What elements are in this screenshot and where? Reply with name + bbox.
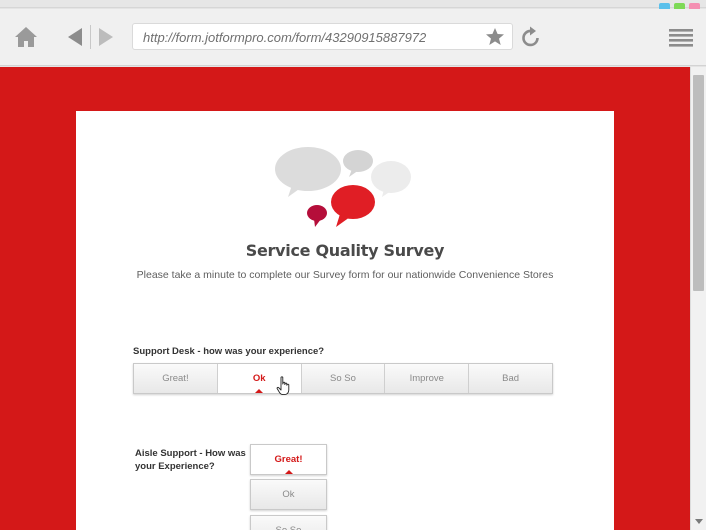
menu-icon[interactable]	[668, 28, 694, 48]
question-label-aisle-support: Aisle Support - How was your Experience?	[135, 448, 246, 472]
vertical-scrollbar[interactable]	[690, 67, 706, 530]
bookmark-star-icon[interactable]	[485, 27, 505, 47]
aisle-rating-button-so-so[interactable]: So So	[250, 515, 327, 530]
browser-toolbar: http://form.jotformpro.com/form/43290915…	[0, 9, 706, 66]
rating-group-support-desk: Great! Ok So So Improve Bad	[133, 363, 553, 394]
scroll-down-arrow-icon[interactable]	[695, 519, 703, 524]
selected-marker-icon	[284, 470, 293, 474]
browser-top-strip	[0, 0, 706, 14]
back-arrow-icon[interactable]	[64, 26, 86, 48]
rating-button-great[interactable]: Great!	[134, 364, 218, 393]
rating-button-ok-label: Ok	[252, 373, 266, 384]
selected-marker-icon	[255, 389, 264, 393]
question-label-support-desk: Support Desk - how was your experience?	[133, 346, 325, 357]
home-icon[interactable]	[14, 26, 38, 48]
survey-form: Service Quality Survey Please take a min…	[76, 111, 614, 530]
aisle-rating-button-great-label: Great!	[274, 454, 303, 465]
aisle-rating-button-great[interactable]: Great!	[250, 444, 327, 475]
forward-arrow-icon[interactable]	[95, 26, 117, 48]
page-viewport: Service Quality Survey Please take a min…	[0, 67, 690, 530]
rating-button-bad[interactable]: Bad	[469, 364, 552, 393]
address-url: http://form.jotformpro.com/form/43290915…	[143, 30, 427, 45]
rating-button-improve[interactable]: Improve	[385, 364, 470, 393]
rating-button-so-so[interactable]: So So	[301, 364, 386, 393]
nav-separator	[90, 25, 91, 49]
hand-cursor-icon	[276, 376, 290, 396]
aisle-rating-button-ok[interactable]: Ok	[250, 479, 327, 510]
scrollbar-thumb[interactable]	[693, 75, 704, 291]
speech-bubbles-logo-icon	[275, 147, 411, 227]
form-title: Service Quality Survey	[245, 241, 445, 260]
form-subtitle: Please take a minute to complete our Sur…	[136, 269, 554, 281]
address-bar[interactable]: http://form.jotformpro.com/form/43290915…	[132, 23, 513, 50]
reload-icon[interactable]	[520, 25, 542, 49]
